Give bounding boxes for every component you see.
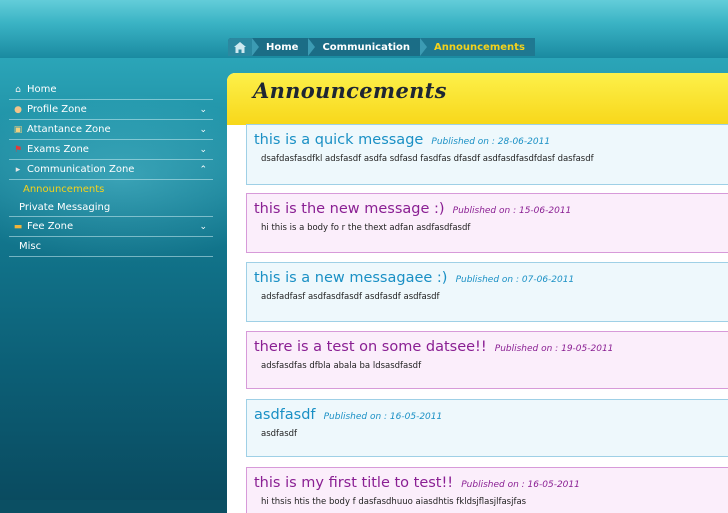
announcement-item[interactable]: this is my first title to test!! Publish… [246,467,728,513]
breadcrumb-communication[interactable]: Communication [308,38,420,56]
clipboard-icon: ▣ [13,124,23,135]
announcement-title[interactable]: this is the new message :) [254,201,445,217]
announcement-date: Published on : 07-06-2011 [455,275,575,285]
sidebar-item-fee-zone[interactable]: ▬ Fee Zone ⌄ [9,217,213,237]
announcement-body: dsafdasfasdfkl adsfasdf asdfa sdfasd fas… [261,154,594,164]
sidebar-item-home[interactable]: ⌂ Home [9,80,213,100]
sidebar-item-label: Fee Zone [27,221,74,232]
announcement-body: adsfasdfas dfbla abala ba ldsasdfasdf [261,361,422,371]
announcement-body: hi this is a body fo r the thext adfan a… [261,223,471,233]
announcement-item[interactable]: this is a quick message Published on : 2… [246,124,728,185]
chevron-up-icon[interactable]: ⌃ [199,165,207,175]
announcement-item[interactable]: there is a test on some datsee!! Publish… [246,331,728,389]
sidebar-subitem-private-messaging[interactable]: Private Messaging [9,198,213,217]
announcement-item[interactable]: asdfasdf Published on : 16-05-2011 asdfa… [246,399,728,457]
chevron-down-icon[interactable]: ⌄ [199,125,207,135]
sidebar-item-label: Home [27,84,57,95]
page-title: Announcements [253,78,447,103]
breadcrumb-home-icon[interactable] [228,38,252,56]
announcement-date: Published on : 28-06-2011 [431,137,551,147]
announcement-body: adsfadfasf asdfasdfasdf asdfasdf asdfasd… [261,292,440,302]
sidebar-item-label: Exams Zone [27,144,89,155]
announcement-date: Published on : 15-06-2011 [452,206,572,216]
sidebar-item-exams-zone[interactable]: ⚑ Exams Zone ⌄ [9,140,213,160]
announcement-date: Published on : 19-05-2011 [494,344,614,354]
flag-icon: ⚑ [13,144,23,155]
announcement-title[interactable]: asdfasdf [254,407,316,423]
announcement-body: asdfasdf [261,429,298,439]
chevron-down-icon[interactable]: ⌄ [199,105,207,115]
house-icon: ⌂ [15,84,21,95]
sidebar-item-misc[interactable]: Misc [9,237,213,257]
announcement-title[interactable]: this is a quick message [254,132,423,148]
sidebar-item-label: Profile Zone [27,104,87,115]
announcement-title[interactable]: this is my first title to test!! [254,475,453,491]
sidebar-subitem-announcements[interactable]: Announcements [9,180,213,198]
announcement-date: Published on : 16-05-2011 [461,480,580,490]
card-icon: ▬ [13,221,23,232]
sidebar-item-attantance-zone[interactable]: ▣ Attantance Zone ⌄ [9,120,213,140]
announcement-body: hi thsis htis the body f dasfasdhuuo aia… [261,497,527,507]
announcement-item[interactable]: this is the new message :) Published on … [246,193,728,253]
sidebar-item-communication-zone[interactable]: ▸ Communication Zone ⌃ [9,160,213,180]
user-icon: ● [14,104,22,115]
breadcrumb: Home Communication Announcements [228,38,535,56]
breadcrumb-announcements[interactable]: Announcements [420,38,535,56]
announcement-title[interactable]: this is a new messagaee :) [254,270,447,286]
chevron-down-icon[interactable]: ⌄ [199,145,207,155]
content-panel: Announcements this is a quick message Pu… [227,73,728,513]
chevron-down-icon[interactable]: ⌄ [199,222,207,232]
megaphone-icon: ▸ [15,164,21,175]
announcement-title[interactable]: there is a test on some datsee!! [254,339,487,355]
sidebar-nav: ⌂ Home ● Profile Zone ⌄ ▣ Attantance Zon… [9,80,213,257]
sidebar-item-profile-zone[interactable]: ● Profile Zone ⌄ [9,100,213,120]
panel-header: Announcements [227,73,728,125]
announcement-item[interactable]: this is a new messagaee :) Published on … [246,262,728,322]
sidebar-item-label: Communication Zone [27,164,135,175]
breadcrumb-home[interactable]: Home [252,38,308,56]
sidebar-item-label: Misc [19,241,42,252]
house-icon [234,41,246,53]
sidebar-item-label: Attantance Zone [27,124,111,135]
announcement-date: Published on : 16-05-2011 [323,412,443,422]
